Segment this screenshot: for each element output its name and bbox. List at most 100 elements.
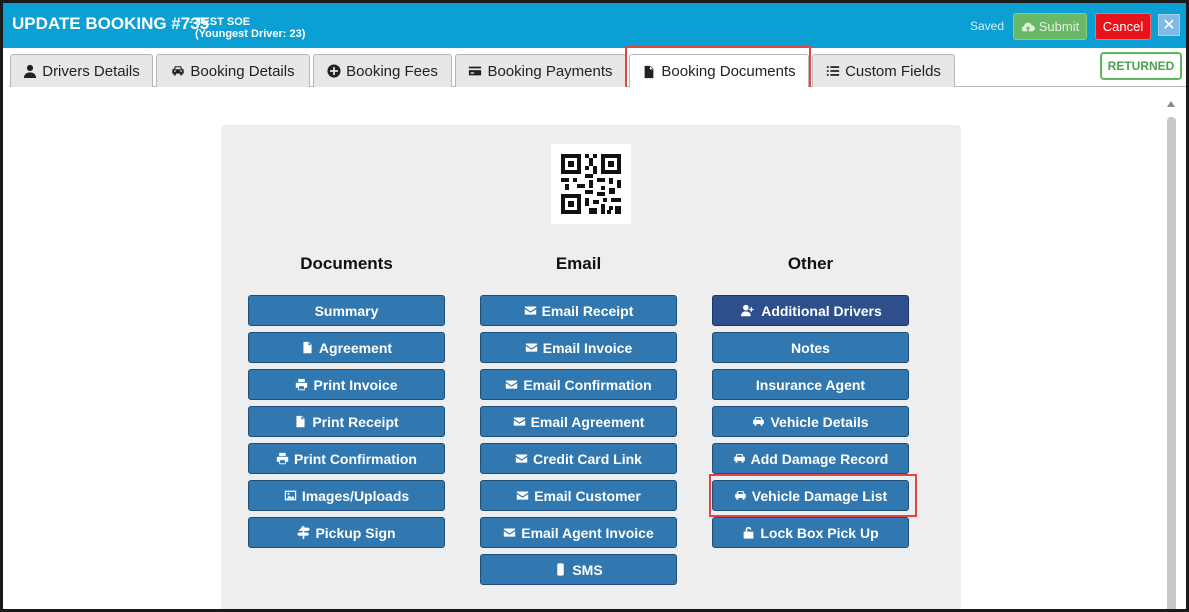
modal-title: UPDATE BOOKING #735: [12, 14, 210, 33]
button-label: Email Confirmation: [523, 376, 652, 393]
button-label: SMS: [572, 561, 603, 578]
email-receipt-button[interactable]: Email Receipt: [480, 295, 677, 326]
button-label: Print Receipt: [312, 413, 399, 430]
qr-code-icon: [551, 144, 631, 224]
button-label: Email Agent Invoice: [521, 524, 654, 541]
button-label: Summary: [314, 302, 379, 319]
button-label: Vehicle Damage List: [751, 487, 888, 504]
button-label: Additional Drivers: [761, 302, 882, 319]
scroll-up-arrow-icon[interactable]: [1167, 101, 1175, 107]
tab-label: Booking Payments: [487, 62, 613, 80]
button-label: Email Agreement: [530, 413, 645, 430]
scrollbar-thumb[interactable]: [1167, 117, 1176, 609]
tab-custom-fields[interactable]: Custom Fields: [812, 54, 955, 87]
saved-status: Saved: [970, 19, 1005, 33]
button-label: Credit Card Link: [533, 450, 642, 467]
email-confirmation-button[interactable]: Email Confirmation: [480, 369, 677, 400]
documents-heading: Documents: [300, 254, 393, 273]
envelope-icon: [515, 454, 528, 463]
email-customer-button[interactable]: Email Customer: [480, 480, 677, 511]
submit-label: Submit: [1038, 19, 1080, 34]
button-label: Lock Box Pick Up: [760, 524, 879, 541]
plus-circle-icon: [327, 64, 341, 78]
youngest-driver-note: (Youngest Driver: 23): [195, 28, 306, 40]
email-invoice-button[interactable]: Email Invoice: [480, 332, 677, 363]
additional-drivers-button[interactable]: Additional Drivers: [712, 295, 909, 326]
button-label: Notes: [791, 339, 830, 356]
status-badge: RETURNED: [1100, 52, 1182, 80]
button-label: Pickup Sign: [315, 524, 396, 541]
vehicle-details-button[interactable]: Vehicle Details: [712, 406, 909, 437]
tab-booking-details[interactable]: Booking Details: [156, 54, 310, 87]
credit-card-link-button[interactable]: Credit Card Link: [480, 443, 677, 474]
user-plus-icon: [741, 304, 754, 317]
email-heading: Email: [555, 254, 602, 273]
tab-drivers-details[interactable]: Drivers Details: [10, 54, 153, 87]
add-damage-record-button[interactable]: Add Damage Record: [712, 443, 909, 474]
tab-label: Booking Details: [190, 62, 295, 80]
images-uploads-button[interactable]: Images/Uploads: [248, 480, 445, 511]
car-icon: [735, 491, 746, 500]
car-icon: [172, 66, 185, 76]
lock-box-pick-up-button[interactable]: Lock Box Pick Up: [712, 517, 909, 548]
other-heading: Other: [787, 254, 834, 273]
booking-modal: UPDATE BOOKING #735 - TEST SOE (Youngest…: [0, 0, 1189, 612]
envelope-icon: [524, 306, 536, 315]
envelope-icon: [525, 343, 537, 352]
credit-card-icon: [469, 66, 482, 76]
tab-label: Booking Documents: [661, 63, 796, 80]
button-label: Print Invoice: [313, 376, 398, 393]
car-icon: [733, 454, 745, 463]
insurance-agent-button[interactable]: Insurance Agent: [712, 369, 909, 400]
tab-booking-documents[interactable]: Booking Documents: [629, 54, 809, 88]
button-label: Email Customer: [534, 487, 641, 504]
file-icon: [303, 341, 312, 354]
print-icon: [296, 378, 308, 391]
tab-label: Drivers Details: [42, 62, 140, 80]
print-receipt-button[interactable]: Print Receipt: [248, 406, 445, 437]
button-label: Insurance Agent: [755, 376, 866, 393]
unlock-icon: [743, 526, 754, 539]
button-label: Vehicle Details: [770, 413, 869, 430]
user-icon: [24, 64, 37, 78]
button-label: Agreement: [318, 339, 393, 356]
tab-label: Booking Fees: [346, 62, 438, 80]
envelope-icon: [513, 417, 525, 426]
sms-button[interactable]: SMS: [480, 554, 677, 585]
button-label: Print Confirmation: [294, 450, 417, 467]
button-label: Add Damage Record: [750, 450, 889, 467]
email-agent-invoice-button[interactable]: Email Agent Invoice: [480, 517, 677, 548]
email-agreement-button[interactable]: Email Agreement: [480, 406, 677, 437]
tab-label: Custom Fields: [845, 62, 941, 80]
vehicle-damage-list-button[interactable]: Vehicle Damage List: [712, 480, 909, 511]
envelope-icon: [506, 380, 518, 389]
envelope-icon: [517, 491, 529, 500]
tab-booking-payments[interactable]: Booking Payments: [455, 54, 626, 87]
summary-button[interactable]: Summary: [248, 295, 445, 326]
button-label: Email Invoice: [542, 339, 633, 356]
list-icon: [826, 66, 840, 76]
modal-header: UPDATE BOOKING #735 - TEST SOE (Youngest…: [3, 3, 1186, 48]
file-icon: [296, 415, 305, 428]
agreement-button[interactable]: Agreement: [248, 332, 445, 363]
pickup-sign-button[interactable]: Pickup Sign: [248, 517, 445, 548]
qr-code: [551, 144, 631, 224]
print-invoice-button[interactable]: Print Invoice: [248, 369, 445, 400]
signpost-icon: [297, 526, 311, 539]
button-label: Email Receipt: [541, 302, 634, 319]
cancel-button[interactable]: Cancel: [1095, 13, 1151, 40]
submit-button[interactable]: Submit: [1013, 13, 1087, 40]
tab-booking-fees[interactable]: Booking Fees: [313, 54, 452, 87]
image-icon: [284, 490, 296, 501]
close-icon[interactable]: ✕: [1158, 14, 1180, 36]
customer-name: - TEST SOE: [189, 16, 251, 28]
print-confirmation-button[interactable]: Print Confirmation: [248, 443, 445, 474]
print-icon: [276, 452, 289, 465]
envelope-icon: [504, 528, 516, 537]
file-icon: [645, 65, 654, 78]
button-label: Images/Uploads: [301, 487, 410, 504]
cloud-upload-icon: [1021, 22, 1035, 31]
notes-button[interactable]: Notes: [712, 332, 909, 363]
car-icon: [753, 417, 765, 426]
mobile-icon: [557, 563, 565, 576]
